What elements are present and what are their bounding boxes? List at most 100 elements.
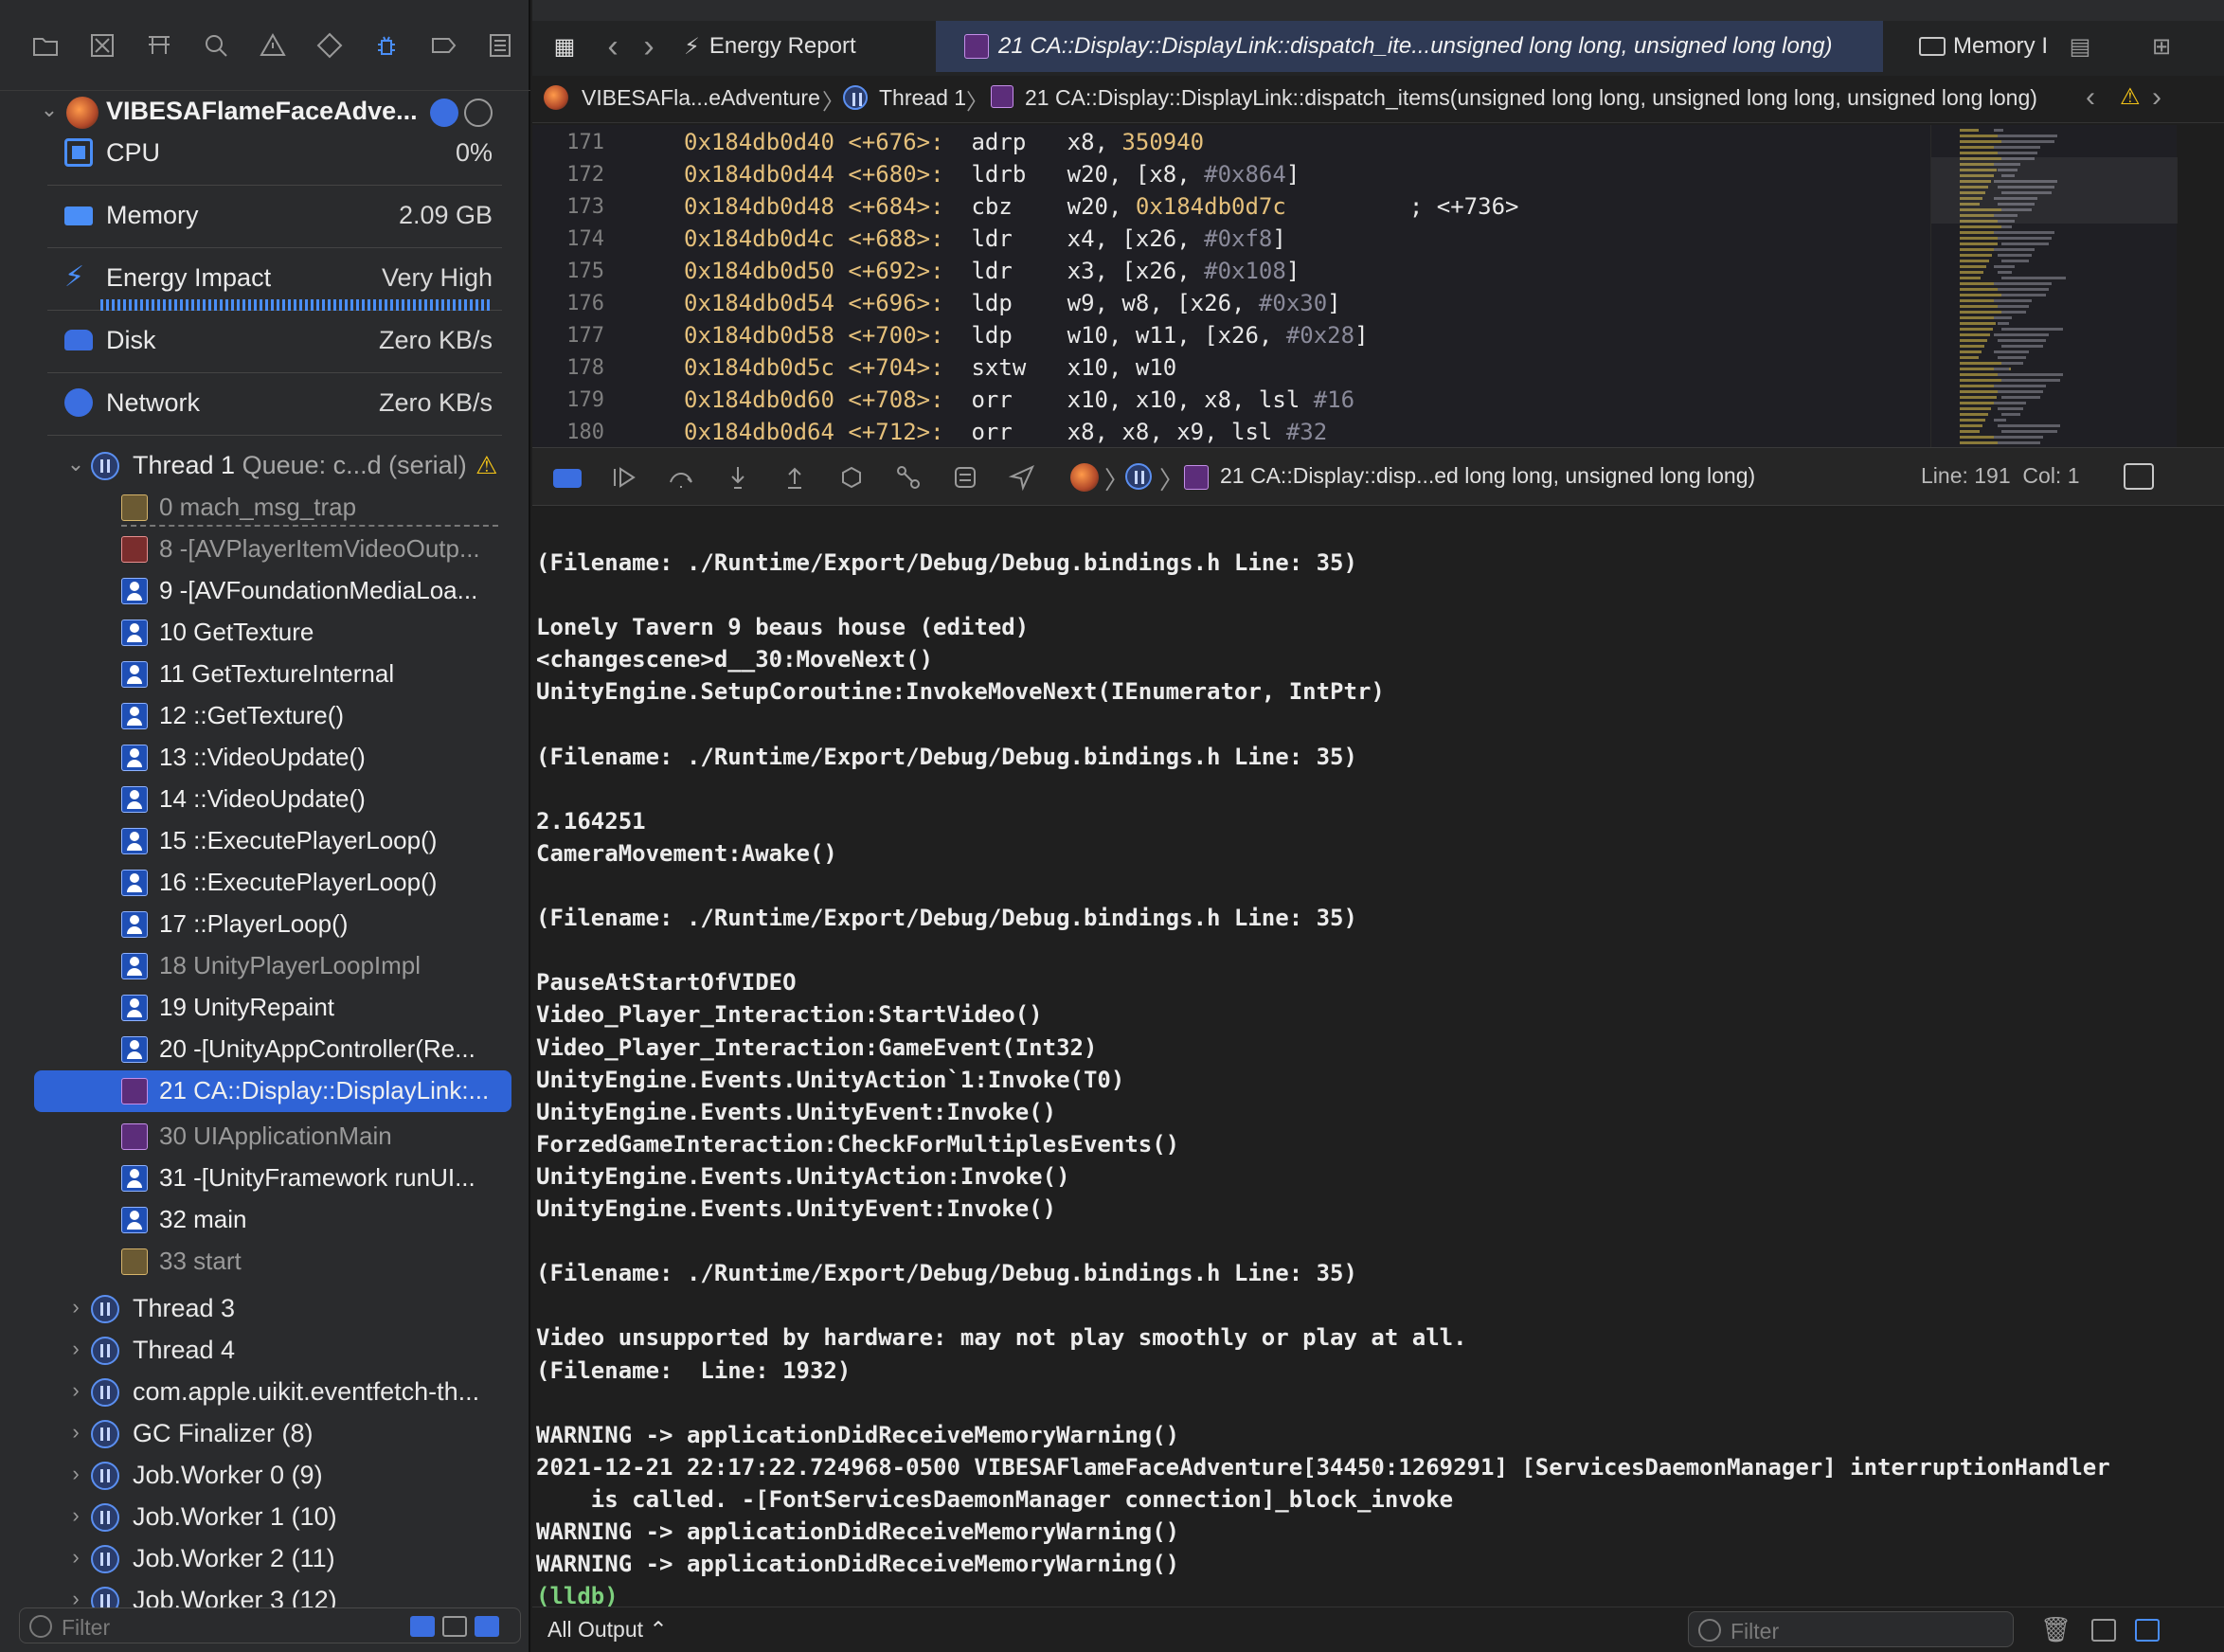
stack-frame-row[interactable]: 18 UnityPlayerLoopImpl (0, 945, 530, 987)
console-footer: All Output ⌃ Filter 🗑 (532, 1607, 2224, 1652)
simulate-location-icon[interactable] (1008, 463, 1038, 494)
stack-frame-row[interactable]: 14 ::VideoUpdate() (0, 779, 530, 820)
debug-bar-frame[interactable]: 21 CA::Display::disp...ed long long, uns… (1220, 463, 1755, 489)
crash-filter-icon[interactable] (410, 1616, 435, 1637)
chevron-right-icon[interactable]: › (64, 1379, 87, 1402)
gauge-cpu[interactable]: CPU 0% (47, 123, 502, 186)
library-filter-icon[interactable] (442, 1616, 467, 1637)
chevron-right-icon[interactable]: › (64, 1421, 87, 1444)
trash-icon[interactable]: 🗑 (2040, 1615, 2072, 1644)
source-control-icon[interactable] (83, 27, 121, 64)
user-frames-filter-icon[interactable] (475, 1616, 499, 1637)
continue-icon[interactable] (610, 463, 640, 494)
memory-graph-icon[interactable] (894, 463, 924, 494)
instruction-off: <+700>: (848, 322, 944, 349)
gauge-network[interactable]: Network Zero KB/s (47, 373, 502, 436)
gauge-label: Memory (106, 201, 199, 229)
search-icon[interactable] (197, 27, 235, 64)
warning-icon[interactable]: ⚠ (2120, 83, 2141, 111)
line-number: 174 (566, 227, 604, 251)
thread-row[interactable]: › Job.Worker 0 (9) (0, 1455, 530, 1497)
console-filter-field[interactable]: Filter (1688, 1611, 2014, 1647)
stack-frame-row[interactable]: 33 start (0, 1241, 530, 1283)
report-navigator-icon[interactable] (481, 27, 519, 64)
breakpoint-navigator-icon[interactable] (424, 27, 462, 64)
instruction-num: #32 (1285, 419, 1328, 445)
minimap-line (1960, 328, 1993, 331)
stack-frame-row[interactable]: 13 ::VideoUpdate() (0, 737, 530, 779)
warning-icon[interactable] (254, 27, 292, 64)
stack-frame-row[interactable]: 11 GetTextureInternal (0, 654, 530, 695)
stack-frame-row[interactable]: 15 ::ExecutePlayerLoop() (0, 820, 530, 862)
sidebar-filter-field[interactable]: Filter (19, 1607, 521, 1643)
hide-debug-area-icon[interactable] (2124, 463, 2154, 490)
folder-icon[interactable] (27, 27, 64, 64)
console-line: Video_Player_Interaction:GameEvent(Int32… (536, 1034, 1098, 1061)
stack-frame-row[interactable]: 19 UnityRepaint (0, 987, 530, 1029)
chevron-right-icon[interactable]: › (64, 1463, 87, 1485)
step-into-icon[interactable] (724, 463, 754, 494)
minimap[interactable] (1930, 125, 2178, 447)
debug-view-hierarchy-icon[interactable] (837, 463, 868, 494)
stack-frame-row[interactable]: 20 -[UnityAppController(Re... (0, 1029, 530, 1070)
stack-frame-row[interactable]: 17 ::PlayerLoop() (0, 904, 530, 945)
elided-frames-divider (121, 525, 498, 527)
chevron-down-icon[interactable]: ⌄ (38, 99, 61, 121)
chevron-down-icon[interactable]: ⌄ (64, 453, 87, 476)
tab-memory[interactable]: Memory I (1919, 21, 2061, 72)
split-editor-icon[interactable]: ▤ (2057, 21, 2103, 72)
thread-row-1[interactable]: ⌄ Thread 1 Queue: c...d (serial) ⚠ (0, 445, 530, 487)
stack-frame-row[interactable]: 21 CA::Display::DisplayLink:... (0, 1070, 530, 1112)
thread-row[interactable]: › GC Finalizer (8) (0, 1413, 530, 1455)
test-navigator-icon[interactable] (311, 27, 349, 64)
breakpoints-toggle-icon[interactable] (553, 463, 583, 494)
process-name[interactable]: VIBESAFlameFaceAdve... (106, 97, 418, 126)
instruction-args: x8, (1067, 129, 1122, 155)
step-over-icon[interactable] (667, 463, 697, 494)
jump-bar-frame[interactable]: 21 CA::Display::DisplayLink::dispatch_it… (1025, 85, 2037, 111)
debug-navigator-icon[interactable] (368, 27, 405, 64)
previous-issue-icon[interactable]: ‹ (2086, 81, 2095, 114)
symbol-navigator-icon[interactable] (140, 27, 178, 64)
thread-row[interactable]: › Thread 4 (0, 1330, 530, 1372)
thread-row[interactable]: › Thread 3 (0, 1288, 530, 1330)
minimap-line (1960, 356, 1979, 359)
output-selector[interactable]: All Output ⌃ (547, 1617, 668, 1643)
stack-frame-label: 15 ::ExecutePlayerLoop() (159, 826, 438, 854)
jump-bar-thread[interactable]: Thread 1 (879, 85, 966, 111)
stack-frame-row[interactable]: 12 ::GetTexture() (0, 695, 530, 737)
stack-frame-row[interactable]: 31 -[UnityFramework runUI... (0, 1158, 530, 1199)
jump-bar-project[interactable]: VIBESAFla...eAdventure (582, 85, 820, 111)
chevron-right-icon[interactable]: › (64, 1338, 87, 1360)
show-variables-view-icon[interactable] (2091, 1619, 2116, 1642)
stack-frame-row[interactable]: 0 mach_msg_trap (0, 487, 530, 529)
gauge-energy[interactable]: ⚡ Energy Impact Very High (47, 248, 502, 311)
minimap-viewport[interactable] (1931, 157, 2178, 224)
chevron-right-icon[interactable]: › (64, 1504, 87, 1527)
thread-row[interactable]: › Job.Worker 1 (10) (0, 1497, 530, 1538)
step-out-icon[interactable] (780, 463, 811, 494)
thread-row[interactable]: › Job.Worker 2 (11) (0, 1538, 530, 1580)
chevron-right-icon[interactable]: › (64, 1546, 87, 1569)
environment-overrides-icon[interactable] (951, 463, 981, 494)
add-editor-icon[interactable]: ⊞ (2143, 21, 2180, 72)
disassembly-editor[interactable]: 171 0x184db0d40 <+676>: adrp x8, 350940 17… (532, 125, 1930, 447)
stack-frame-row[interactable]: 32 main (0, 1199, 530, 1241)
grid-icon[interactable]: ▦ (544, 21, 585, 72)
thread-row[interactable]: › com.apple.uikit.eventfetch-th... (0, 1372, 530, 1413)
gauge-disk[interactable]: Disk Zero KB/s (47, 311, 502, 373)
forward-arrow-icon[interactable]: › (635, 21, 663, 72)
lldb-prompt[interactable]: (lldb) (536, 1583, 619, 1609)
gauge-memory[interactable]: Memory 2.09 GB (47, 186, 502, 248)
tab-active-frame[interactable]: 21 CA::Display::DisplayLink::dispatch_it… (936, 21, 1883, 72)
next-issue-icon[interactable]: › (2152, 81, 2161, 114)
stack-frame-row[interactable]: 8 -[AVPlayerItemVideoOutp... (0, 529, 530, 570)
back-arrow-icon[interactable]: ‹ (599, 21, 627, 72)
stack-frame-row[interactable]: 10 GetTexture (0, 612, 530, 654)
stack-frame-row[interactable]: 16 ::ExecutePlayerLoop() (0, 862, 530, 904)
stack-frame-row[interactable]: 30 UIApplicationMain (0, 1116, 530, 1158)
console-output[interactable]: (Filename: ./Runtime/Export/Debug/Debug.… (532, 508, 2224, 1609)
show-console-view-icon[interactable] (2135, 1619, 2160, 1642)
chevron-right-icon[interactable]: › (64, 1296, 87, 1319)
stack-frame-row[interactable]: 9 -[AVFoundationMediaLoa... (0, 570, 530, 612)
